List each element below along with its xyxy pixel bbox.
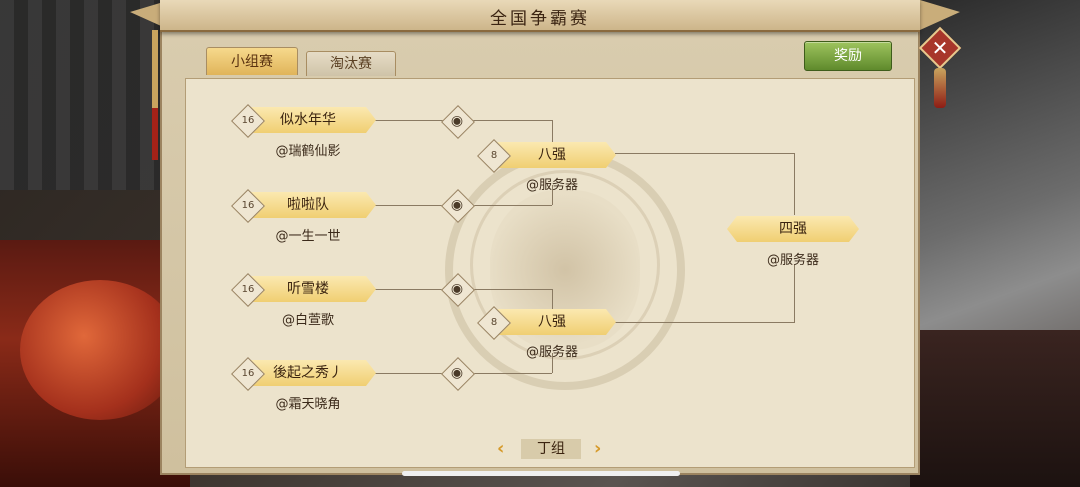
close-icon[interactable]: ✕: [925, 33, 955, 63]
bracket-line: [470, 120, 552, 121]
server-label: @霜天晓角: [275, 397, 341, 412]
bracket-line: [470, 289, 552, 290]
home-indicator[interactable]: [402, 471, 680, 476]
eye-icon[interactable]: ◉: [445, 361, 469, 385]
bracket-line: [470, 205, 552, 206]
tassel-left-decoration: [152, 30, 158, 160]
lantern-decoration: [20, 280, 180, 420]
bracket-line: [470, 373, 552, 374]
tab-group-stage[interactable]: 小组赛: [206, 47, 298, 75]
page-title: 全国争霸赛: [490, 9, 590, 29]
eye-icon[interactable]: ◉: [445, 109, 469, 133]
bracket-line: [375, 120, 445, 121]
bracket-line: [375, 289, 445, 290]
bracket-line: [552, 120, 553, 142]
next-group-button[interactable]: ›: [594, 438, 601, 459]
scenery-right-lower: [910, 330, 1080, 487]
bracket-line: [794, 153, 795, 215]
eye-icon[interactable]: ◉: [445, 277, 469, 301]
title-banner: 全国争霸赛: [160, 0, 920, 32]
bracket-line: [615, 153, 795, 154]
bracket-line: [552, 289, 553, 311]
bracket-line: [375, 373, 445, 374]
server-label: @一生一世: [275, 229, 341, 244]
bracket-line: [794, 265, 795, 323]
eye-icon[interactable]: ◉: [445, 193, 469, 217]
bracket-line: [375, 205, 445, 206]
prev-group-button[interactable]: ‹: [497, 438, 504, 459]
tassel-decoration: [934, 68, 946, 108]
semifinal-slot: 四强: [727, 216, 859, 242]
server-label: @服务器: [525, 345, 578, 360]
reward-button[interactable]: 奖励: [804, 41, 892, 71]
bracket-line: [615, 322, 795, 323]
server-label: @白萱歌: [281, 313, 334, 328]
server-label: @服务器: [525, 178, 578, 193]
server-label: @瑞鹤仙影: [275, 144, 341, 159]
server-label: @服务器: [766, 253, 819, 268]
group-label: 丁组: [521, 439, 581, 459]
tab-knockout[interactable]: 淘汰赛: [306, 51, 396, 76]
